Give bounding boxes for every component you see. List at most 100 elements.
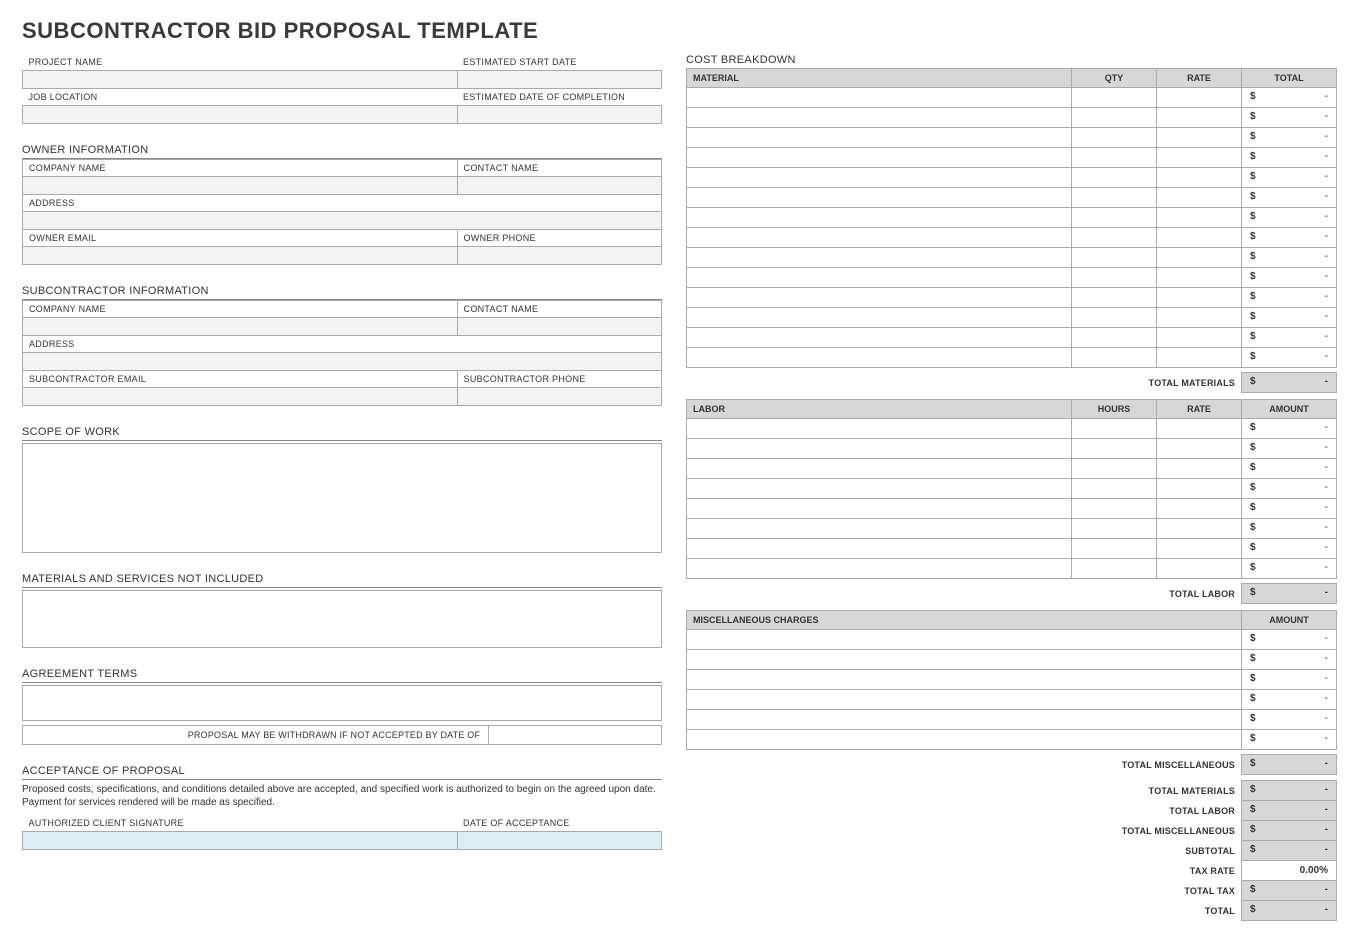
qty-cell[interactable] [1072, 208, 1157, 228]
owner-address-input[interactable] [23, 212, 662, 230]
qty-cell[interactable] [1072, 348, 1157, 368]
rate-cell[interactable] [1157, 328, 1242, 348]
est-start-input[interactable] [457, 71, 661, 89]
labor-rate-cell[interactable] [1157, 499, 1242, 519]
material-desc-cell[interactable] [687, 308, 1072, 328]
hours-cell[interactable] [1072, 439, 1157, 459]
qty-cell[interactable] [1072, 268, 1157, 288]
table-row: $- [687, 670, 1337, 690]
sub-contact-input[interactable] [457, 318, 661, 336]
rate-cell[interactable] [1157, 168, 1242, 188]
labor-rate-cell[interactable] [1157, 519, 1242, 539]
misc-desc-cell[interactable] [687, 670, 1242, 690]
sub-phone-label: SUBCONTRACTOR PHONE [457, 371, 661, 388]
labor-rate-cell[interactable] [1157, 459, 1242, 479]
material-desc-cell[interactable] [687, 328, 1072, 348]
labor-rate-cell[interactable] [1157, 479, 1242, 499]
rate-cell[interactable] [1157, 148, 1242, 168]
material-desc-cell[interactable] [687, 88, 1072, 108]
sig-date-input[interactable] [457, 832, 661, 850]
owner-contact-input[interactable] [457, 177, 661, 195]
qty-cell[interactable] [1072, 248, 1157, 268]
misc-desc-cell[interactable] [687, 730, 1242, 750]
rate-col-header: RATE [1157, 69, 1242, 88]
qty-cell[interactable] [1072, 228, 1157, 248]
qty-cell[interactable] [1072, 88, 1157, 108]
material-desc-cell[interactable] [687, 288, 1072, 308]
qty-cell[interactable] [1072, 108, 1157, 128]
rate-cell[interactable] [1157, 268, 1242, 288]
qty-cell[interactable] [1072, 328, 1157, 348]
material-desc-cell[interactable] [687, 348, 1072, 368]
sum-total-materials-label: TOTAL MATERIALS [686, 781, 1242, 801]
two-column-layout: PROJECT NAME ESTIMATED START DATE JOB LO… [22, 54, 1337, 921]
tax-rate-value[interactable]: 0.00% [1242, 861, 1337, 881]
material-desc-cell[interactable] [687, 208, 1072, 228]
rate-cell[interactable] [1157, 128, 1242, 148]
owner-email-input[interactable] [23, 247, 458, 265]
qty-cell[interactable] [1072, 188, 1157, 208]
rate-cell[interactable] [1157, 248, 1242, 268]
material-desc-cell[interactable] [687, 108, 1072, 128]
sub-address-input[interactable] [23, 353, 662, 371]
labor-desc-cell[interactable] [687, 559, 1072, 579]
owner-company-input[interactable] [23, 177, 458, 195]
misc-desc-cell[interactable] [687, 690, 1242, 710]
qty-cell[interactable] [1072, 168, 1157, 188]
withdraw-date-input[interactable] [489, 725, 662, 745]
qty-cell[interactable] [1072, 308, 1157, 328]
scope-input[interactable] [22, 443, 662, 553]
labor-desc-cell[interactable] [687, 459, 1072, 479]
sub-company-input[interactable] [23, 318, 458, 336]
material-desc-cell[interactable] [687, 248, 1072, 268]
qty-cell[interactable] [1072, 128, 1157, 148]
material-desc-cell[interactable] [687, 188, 1072, 208]
job-location-input[interactable] [23, 106, 458, 124]
hours-cell[interactable] [1072, 539, 1157, 559]
labor-rate-cell[interactable] [1157, 419, 1242, 439]
est-complete-input[interactable] [457, 106, 661, 124]
sub-info-heading: SUBCONTRACTOR INFORMATION [22, 285, 662, 300]
hours-cell[interactable] [1072, 559, 1157, 579]
rate-cell[interactable] [1157, 108, 1242, 128]
material-desc-cell[interactable] [687, 148, 1072, 168]
hours-cell[interactable] [1072, 419, 1157, 439]
agreement-input[interactable] [22, 685, 662, 721]
hours-cell[interactable] [1072, 519, 1157, 539]
material-desc-cell[interactable] [687, 128, 1072, 148]
rate-cell[interactable] [1157, 348, 1242, 368]
sub-phone-input[interactable] [457, 388, 661, 406]
labor-desc-cell[interactable] [687, 439, 1072, 459]
withdraw-label: PROPOSAL MAY BE WITHDRAWN IF NOT ACCEPTE… [22, 725, 489, 745]
rate-cell[interactable] [1157, 88, 1242, 108]
labor-desc-cell[interactable] [687, 499, 1072, 519]
labor-desc-cell[interactable] [687, 479, 1072, 499]
qty-cell[interactable] [1072, 288, 1157, 308]
labor-desc-cell[interactable] [687, 519, 1072, 539]
rate-cell[interactable] [1157, 308, 1242, 328]
material-desc-cell[interactable] [687, 268, 1072, 288]
misc-desc-cell[interactable] [687, 630, 1242, 650]
hours-cell[interactable] [1072, 479, 1157, 499]
signature-input[interactable] [23, 832, 458, 850]
hours-cell[interactable] [1072, 459, 1157, 479]
misc-desc-cell[interactable] [687, 710, 1242, 730]
labor-desc-cell[interactable] [687, 419, 1072, 439]
hours-cell[interactable] [1072, 499, 1157, 519]
material-desc-cell[interactable] [687, 168, 1072, 188]
not-included-input[interactable] [22, 590, 662, 648]
qty-cell[interactable] [1072, 148, 1157, 168]
labor-rate-cell[interactable] [1157, 559, 1242, 579]
rate-cell[interactable] [1157, 288, 1242, 308]
misc-desc-cell[interactable] [687, 650, 1242, 670]
owner-phone-input[interactable] [457, 247, 661, 265]
labor-rate-cell[interactable] [1157, 439, 1242, 459]
rate-cell[interactable] [1157, 228, 1242, 248]
rate-cell[interactable] [1157, 208, 1242, 228]
rate-cell[interactable] [1157, 188, 1242, 208]
sub-email-input[interactable] [23, 388, 458, 406]
project-name-input[interactable] [23, 71, 458, 89]
labor-desc-cell[interactable] [687, 539, 1072, 559]
labor-rate-cell[interactable] [1157, 539, 1242, 559]
material-desc-cell[interactable] [687, 228, 1072, 248]
